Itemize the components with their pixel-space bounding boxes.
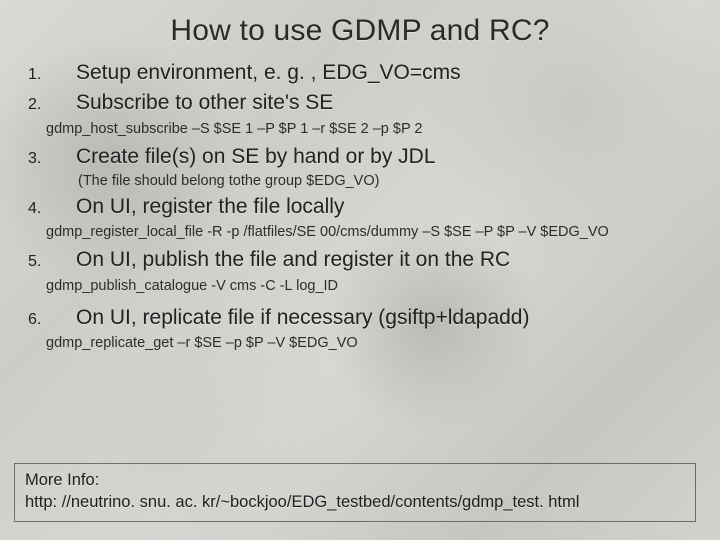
item-number: 3. xyxy=(28,150,52,168)
item-text: Setup environment, e. g. , EDG_VO=cms xyxy=(76,60,461,86)
item-text: On UI, register the file locally xyxy=(76,194,344,220)
item-command: gdmp_host_subscribe –S $SE 1 –P $P 1 –r … xyxy=(46,120,692,138)
numbered-list: 1. Setup environment, e. g. , EDG_VO=cms… xyxy=(28,60,692,352)
list-item: 4. On UI, register the file locally gdmp… xyxy=(28,194,692,241)
item-command: gdmp_publish_catalogue -V cms -C -L log_… xyxy=(46,277,692,295)
list-item: 3. Create file(s) on SE by hand or by JD… xyxy=(28,144,692,190)
more-info-label: More Info: xyxy=(25,470,685,491)
list-item: 5. On UI, publish the file and register … xyxy=(28,247,692,294)
item-text: Subscribe to other site's SE xyxy=(76,90,333,116)
item-number: 1. xyxy=(28,66,52,84)
item-command: gdmp_replicate_get –r $SE –p $P –V $EDG_… xyxy=(46,334,692,352)
item-command: gdmp_register_local_file -R -p /flatfile… xyxy=(46,223,692,241)
item-number: 5. xyxy=(28,253,52,271)
slide-content: How to use GDMP and RC? 1. Setup environ… xyxy=(0,0,720,540)
item-text: Create file(s) on SE by hand or by JDL xyxy=(76,144,436,170)
list-item: 2. Subscribe to other site's SE gdmp_hos… xyxy=(28,90,692,137)
list-item: 6. On UI, replicate file if necessary (g… xyxy=(28,305,692,352)
item-text: On UI, publish the file and register it … xyxy=(76,247,510,273)
item-text: On UI, replicate file if necessary (gsif… xyxy=(76,305,529,331)
item-number: 2. xyxy=(28,96,52,114)
more-info-url: http: //neutrino. snu. ac. kr/~bockjoo/E… xyxy=(25,492,685,513)
item-number: 6. xyxy=(28,311,52,329)
slide-title: How to use GDMP and RC? xyxy=(28,14,692,48)
more-info-box: More Info: http: //neutrino. snu. ac. kr… xyxy=(14,463,696,522)
item-note: (The file should belong tothe group $EDG… xyxy=(78,172,692,190)
list-item: 1. Setup environment, e. g. , EDG_VO=cms xyxy=(28,60,692,86)
item-number: 4. xyxy=(28,200,52,218)
